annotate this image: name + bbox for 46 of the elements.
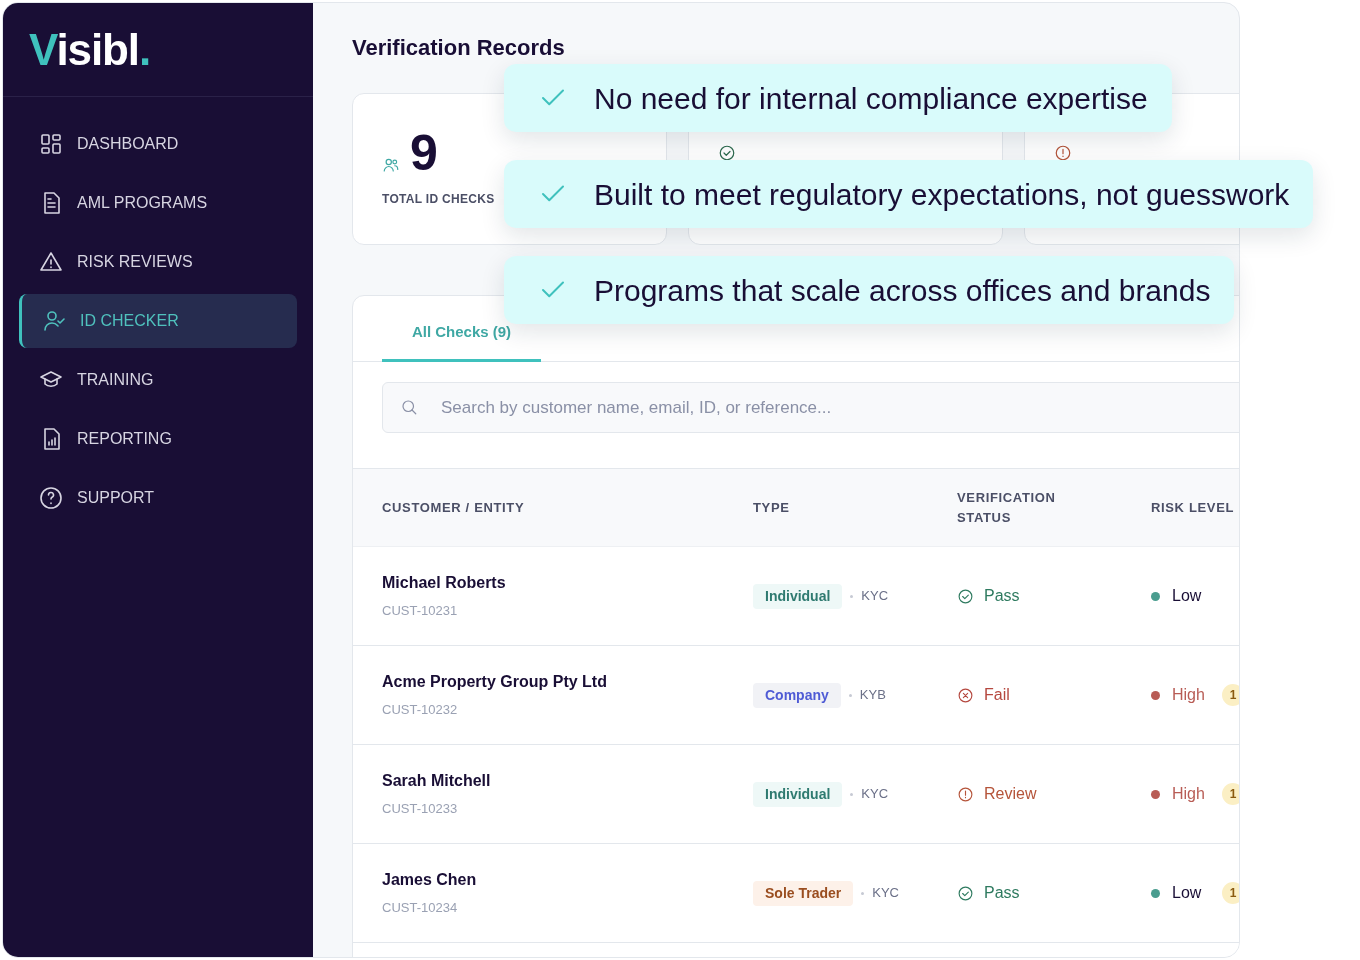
risk-text: High [1172, 784, 1206, 804]
customer-id: CUST-10232 [382, 701, 459, 720]
check-type: KYC [861, 587, 889, 606]
page-title: Verification Records [352, 34, 566, 62]
risk-text: Low [1172, 586, 1203, 606]
risk-text: High [1172, 685, 1206, 705]
check-type: KYC [861, 785, 889, 804]
flag-count: 1 [1222, 882, 1239, 904]
customer-name: Michael Roberts [382, 573, 507, 594]
status-text: Pass [984, 586, 1020, 606]
logo: Visibl. [29, 27, 151, 72]
status-text: Review [984, 784, 1037, 804]
customer-id: CUST-10231 [382, 602, 459, 621]
check-type: KYB [859, 686, 886, 705]
callout-text: No need for internal compliance expertise [594, 80, 1148, 117]
type-badge: Sole Trader [753, 880, 854, 906]
sidebar-item[interactable]: RISK REVIEWS [19, 235, 297, 289]
type-badge: Individual [753, 781, 843, 807]
type-badge: Company [753, 682, 841, 708]
check-type: KYC [872, 884, 899, 903]
customer-id: CUST-10233 [382, 800, 459, 819]
status-text: Pass [984, 883, 1020, 903]
risk-text: Low [1172, 883, 1203, 903]
sidebar-item[interactable]: ID CHECKER [19, 294, 297, 348]
sidebar-item[interactable]: AML PROGRAMS [19, 176, 297, 230]
stat-label: TOTAL ID CHECKS [382, 191, 495, 208]
column-header: TYPE [753, 498, 791, 517]
flag-count: 1 [1222, 783, 1239, 805]
type-badge: Individual [753, 583, 843, 609]
customer-name: Acme Property Group Pty Ltd [382, 672, 608, 693]
callout-text: Programs that scale across offices and brands [594, 272, 1211, 309]
sidebar-item[interactable]: SUPPORT [19, 471, 297, 525]
sidebar-item[interactable]: REPORTING [19, 412, 297, 466]
flag-count: 1 [1222, 684, 1239, 706]
customer-name: James Chen [382, 870, 478, 891]
search-field[interactable]: Search by customer name, email, ID, or reference... [382, 382, 1239, 433]
customer-name: Sarah Mitchell [382, 771, 492, 792]
sidebar-item[interactable]: TRAINING [19, 353, 297, 407]
status-text: Fail [984, 685, 1010, 705]
sidebar-item[interactable]: DASHBOARD [19, 117, 297, 171]
callout-text: Built to meet regulatory expectations, not guesswork [594, 176, 1290, 213]
column-header: VERIFICATION STATUS [957, 488, 1057, 527]
customer-id: CUST-10234 [382, 899, 459, 918]
column-header: RISK LEVEL [1151, 498, 1236, 517]
stat-value: 9 [410, 126, 438, 180]
column-header: CUSTOMER / ENTITY [382, 498, 526, 517]
